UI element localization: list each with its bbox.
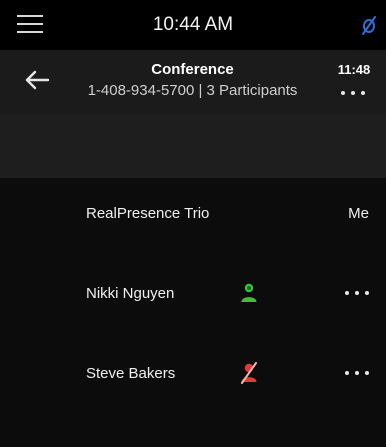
status-slash-icon [362, 16, 376, 35]
participant-row-nikki[interactable]: Nikki Nguyen [0, 258, 386, 338]
clock: 10:44 AM [152, 14, 234, 35]
call-timer: 11:48 [337, 62, 371, 77]
participant-name: Nikki Nguyen [86, 285, 175, 302]
status-bar: 10:44 AM [0, 0, 386, 50]
call-header: Conference 1-408-934-5700 | 3 Participan… [0, 50, 386, 113]
call-subtitle: 1-408-934-5700 | 3 Participants [87, 82, 298, 99]
more-options-icon[interactable] [343, 288, 371, 298]
me-label: Me [348, 205, 369, 222]
participant-name: RealPresence Trio [86, 205, 210, 222]
unmuted-participant-icon [241, 283, 257, 302]
participant-name: Steve Bakers [86, 365, 176, 382]
back-arrow-icon[interactable] [24, 68, 50, 92]
more-options-icon[interactable] [339, 87, 369, 99]
participant-row-self[interactable]: RealPresence Trio Me [0, 178, 386, 258]
participant-list: RealPresence Trio Me Nikki Nguyen Steve … [0, 178, 386, 447]
more-options-icon[interactable] [343, 368, 371, 378]
participant-row-steve[interactable]: Steve Bakers [0, 338, 386, 418]
call-info-bar [0, 113, 386, 178]
muted-participant-icon [241, 362, 257, 384]
call-title: Conference [151, 61, 234, 78]
